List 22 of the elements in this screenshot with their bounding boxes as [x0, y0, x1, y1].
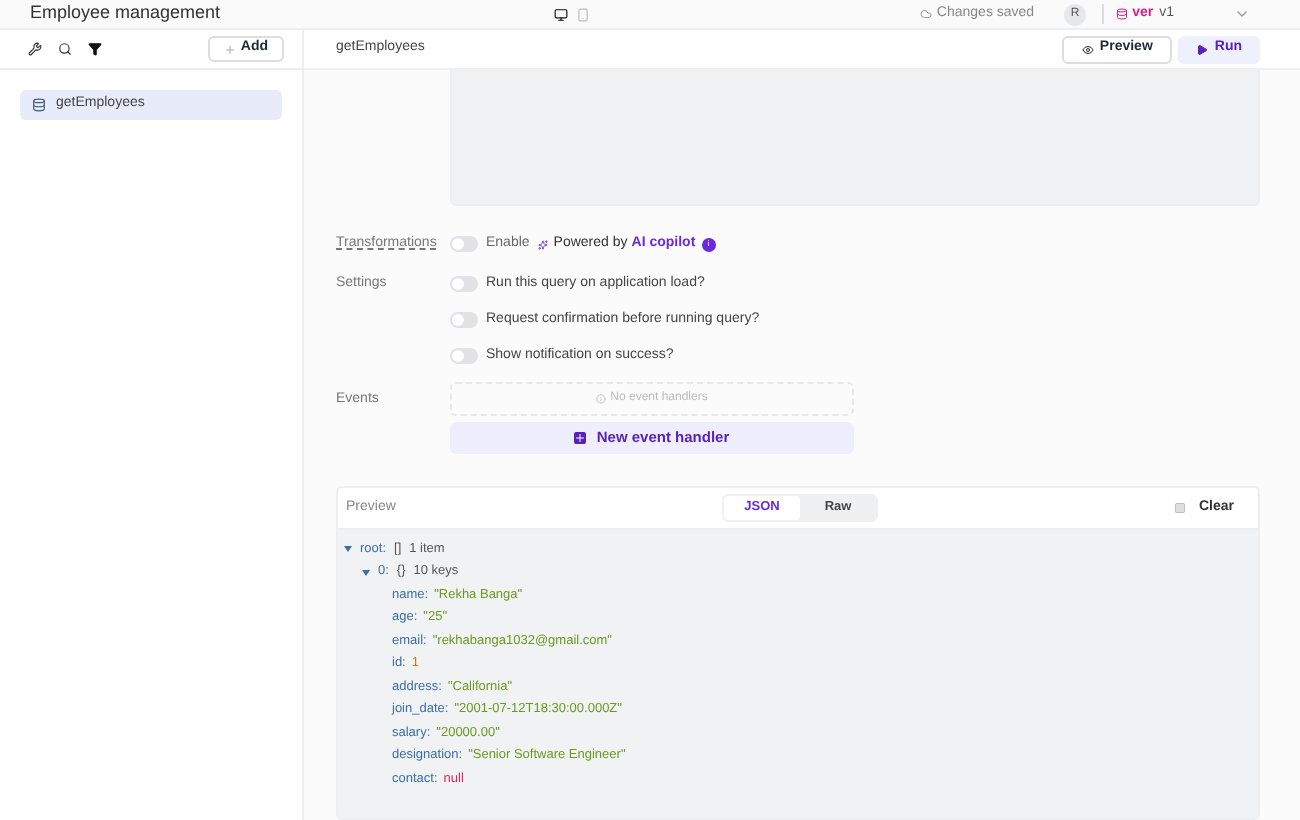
filter-icon[interactable] — [88, 42, 102, 56]
cloud-icon — [920, 8, 933, 20]
app-title: Employee management — [30, 0, 223, 27]
mobile-icon[interactable] — [576, 7, 590, 21]
eye-icon — [1081, 43, 1094, 55]
sparkle-icon — [537, 239, 548, 249]
wrench-icon[interactable] — [28, 42, 42, 56]
caret-icon[interactable] — [362, 569, 370, 575]
search-icon[interactable] — [58, 42, 72, 56]
plus-icon — [224, 43, 237, 55]
play-icon — [1196, 43, 1209, 55]
version-icon — [1116, 8, 1129, 20]
chevron-down-icon[interactable] — [1234, 6, 1250, 22]
desktop-icon[interactable] — [554, 7, 568, 21]
toggle-switch[interactable] — [450, 276, 478, 292]
clear-icon[interactable] — [1174, 502, 1187, 514]
database-icon — [32, 98, 46, 112]
toggle-switch[interactable] — [450, 312, 478, 328]
toggle-switch[interactable] — [450, 236, 478, 252]
plus-icon — [574, 432, 587, 444]
toggle-switch[interactable] — [450, 348, 478, 364]
caret-icon[interactable] — [344, 546, 352, 552]
